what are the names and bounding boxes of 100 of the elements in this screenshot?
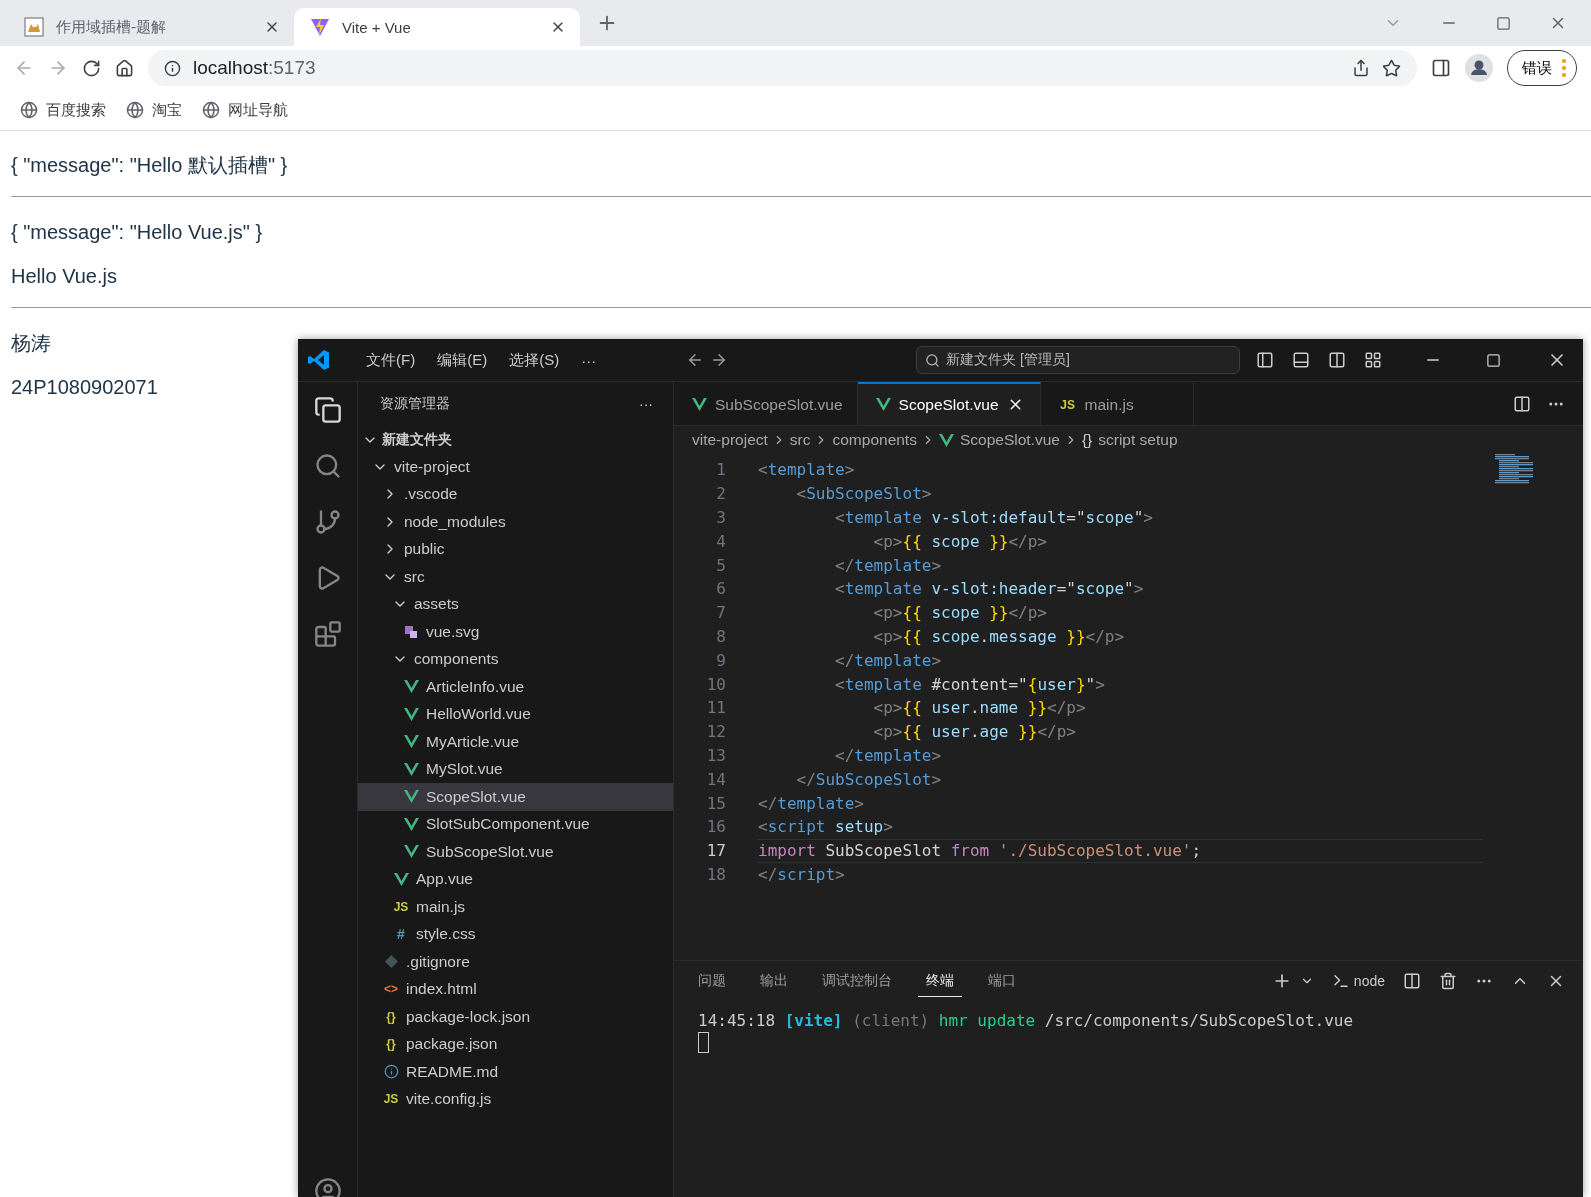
file-item[interactable]: HelloWorld.vue [358,700,673,728]
panel-tab[interactable]: 端口 [980,965,1024,997]
line-number: 5 [715,555,727,575]
share-icon[interactable] [1352,59,1370,77]
panel-tab[interactable]: 终端 [918,965,962,997]
breadcrumb-item[interactable]: src [789,431,811,449]
folder-item[interactable]: node_modules [358,508,673,536]
bookmark[interactable]: 百度搜索 [20,100,106,120]
menu-item[interactable]: 文件(F) [358,346,424,374]
diamond-icon [384,955,398,969]
folder-item[interactable]: 新建文件夹 [358,426,673,453]
code-line: import SubScopeSlot from './SubScopeSlot.vue'; [758,838,1483,863]
search-icon [925,352,941,368]
file-item[interactable]: {} package.json [358,1030,673,1058]
code-line: <script setup> [758,816,894,839]
folder-item[interactable]: assets [358,590,673,618]
globe-icon [126,101,144,119]
folder-item[interactable]: vite-project [358,453,673,481]
panel-tab[interactable]: 输出 [752,965,796,997]
panel-tab[interactable]: 问题 [690,965,734,997]
breadcrumb-item[interactable]: vite-project [692,431,768,449]
maximize-icon[interactable] [1496,15,1511,31]
folder-item[interactable]: .vscode [358,480,673,508]
split-editor-icon[interactable] [1513,394,1531,413]
browser-tab[interactable]: 作用域插槽-题解 [8,8,294,46]
star-icon[interactable] [1382,58,1401,78]
vue-icon [403,790,419,804]
trash-icon[interactable] [1439,972,1457,990]
home-icon[interactable] [115,58,134,78]
command-search[interactable]: 新建文件夹 [管理员] [916,346,1241,374]
file-item[interactable]: SubScopeSlot.vue [358,838,673,866]
file-item[interactable]: JS main.js [358,893,673,921]
line-number: 1 [715,460,727,480]
file-item[interactable]: ScopeSlot.vue [358,783,673,811]
line-number: 13 [705,745,727,765]
braces-icon: {} [1081,431,1093,449]
editor-tab[interactable]: ScopeSlot.vue [857,382,1041,425]
terminal-cursor [698,1032,709,1053]
avatar-icon[interactable] [1465,54,1493,82]
code-line: </template> [834,649,943,672]
side-panel-icon[interactable] [1431,58,1451,78]
breadcrumb-item[interactable]: script setup [1098,431,1178,449]
line-number: 15 [705,793,727,813]
more-button[interactable]: ··· [639,396,653,412]
file-item[interactable]: # style.css [358,920,673,948]
code-line: </SubScopeSlot> [795,768,943,791]
file-item[interactable]: SlotSubComponent.vue [358,810,673,838]
code-line: <p>{{ scope }}</p> [872,602,1048,625]
menu-item[interactable]: 选择(S) [501,346,568,374]
bookmark[interactable]: 淘宝 [126,100,182,120]
info-icon [383,1064,399,1080]
hash-icon: # [392,926,410,943]
profile-button[interactable]: 错误 [1507,50,1577,86]
branch-icon[interactable] [313,508,342,536]
vue-icon [403,817,419,831]
search-icon[interactable] [313,452,342,480]
panel-tab[interactable]: 调试控制台 [814,965,900,997]
folder-item[interactable]: src [358,563,673,591]
line-number: 14 [705,769,727,789]
browser-tab[interactable]: Vite + Vue [294,8,580,46]
breadcrumb-item[interactable]: components [832,431,917,449]
files-icon[interactable] [313,396,342,424]
folder-item[interactable]: components [358,645,673,673]
file-item[interactable]: MySlot.vue [358,755,673,783]
terminal-selector[interactable]: node [1331,972,1385,990]
reload-icon[interactable] [82,58,101,78]
folder-item[interactable]: public [358,535,673,563]
file-item[interactable]: README.md [358,1058,673,1086]
page-text: { "message": "Hello Vue.js" } [11,220,264,245]
vue-icon [393,872,409,886]
sidebar-toggle-icon[interactable] [1256,351,1274,369]
menu-item[interactable]: 编辑(E) [429,346,496,374]
page-text: 24P1080902071 [11,375,159,400]
line-number: 9 [715,650,727,670]
split-icon[interactable] [1403,972,1421,990]
file-item[interactable]: vue.svg [358,618,673,646]
account-icon[interactable] [313,1177,342,1197]
braces-icon: {} [382,1037,400,1052]
lightning-logo-icon [310,17,330,37]
line-number: 16 [705,817,727,837]
panel-toggle-icon[interactable] [1292,351,1310,369]
code-line: <template> [758,459,856,482]
extensions-icon[interactable] [313,620,342,648]
file-item[interactable]: ArticleInfo.vue [358,673,673,701]
address-bar[interactable]: localhost:5173 [148,50,1417,86]
file-item[interactable]: <> index.html [358,975,673,1003]
breadcrumb-item[interactable]: ScopeSlot.vue [959,431,1060,449]
file-item[interactable]: .gitignore [358,948,673,976]
line-number: 2 [715,484,727,504]
layout-icon[interactable] [1364,351,1382,369]
terminal-line: 14:45:18 [vite] (client) hmr update /src/components/SubScopeSlot.vue [698,1011,1355,1030]
file-item[interactable]: App.vue [358,865,673,893]
bookmark[interactable]: 网址导航 [202,100,288,120]
file-item[interactable]: {} package-lock.json [358,1003,673,1031]
menu-item[interactable]: ··· [573,347,605,373]
file-item[interactable]: JS vite.config.js [358,1085,673,1113]
split-icon[interactable] [1328,351,1346,369]
file-item[interactable]: MyArticle.vue [358,728,673,756]
js-icon: JS [382,1092,400,1107]
braces-icon: {} [382,1009,400,1024]
